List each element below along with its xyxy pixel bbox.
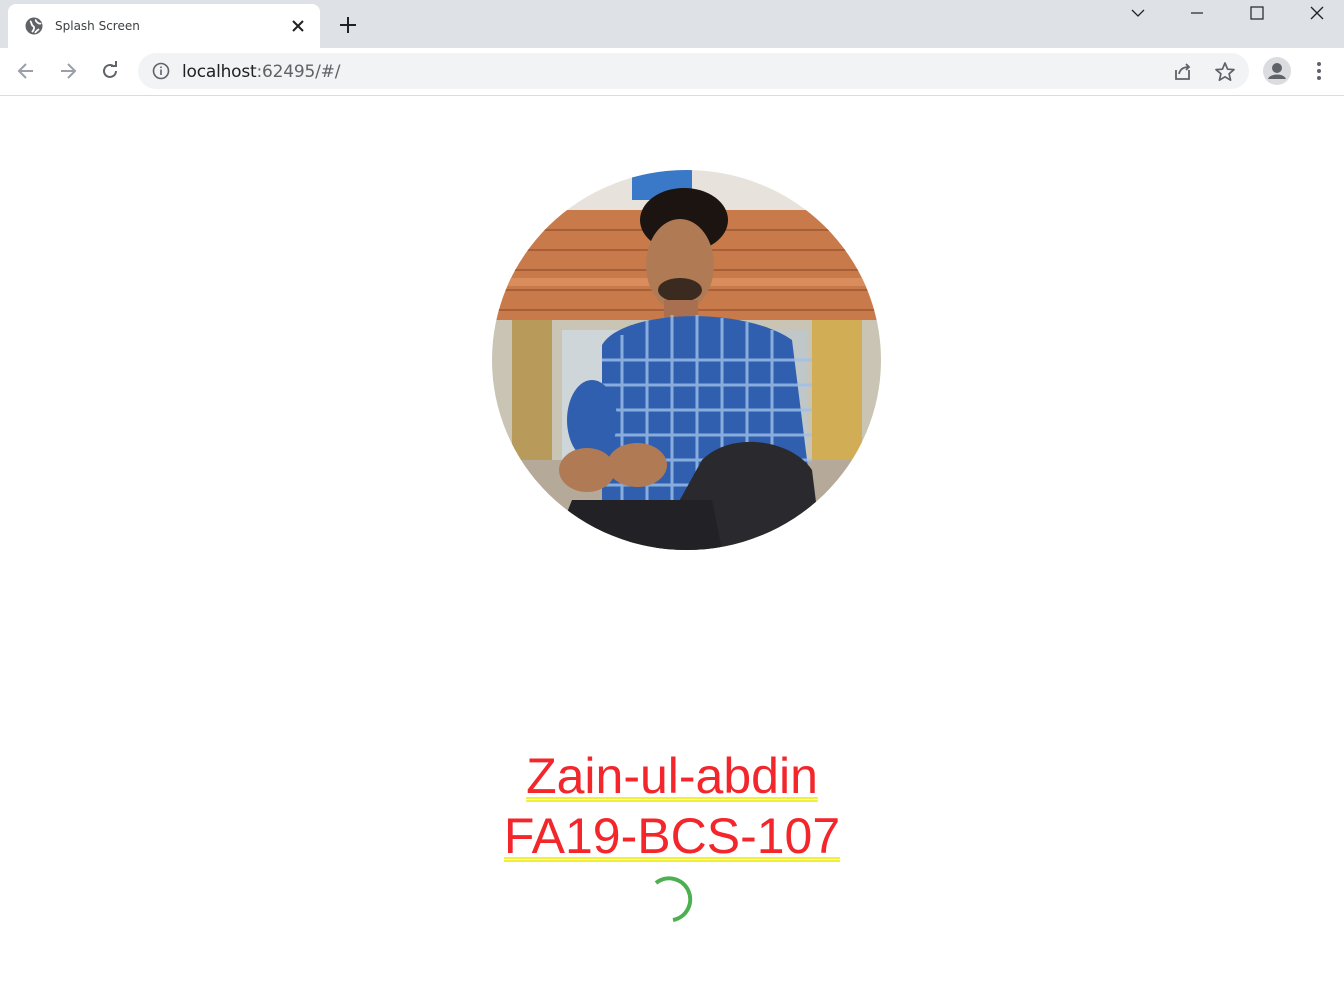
browser-toolbar: localhost:62495/#/ xyxy=(0,48,1344,96)
student-name: Zain-ul-abdin xyxy=(0,746,1344,806)
plus-icon[interactable] xyxy=(338,15,358,35)
kebab-menu-icon[interactable] xyxy=(1309,60,1329,82)
profile-photo xyxy=(492,170,881,550)
info-icon[interactable] xyxy=(152,62,170,80)
star-icon[interactable] xyxy=(1214,61,1236,83)
globe-icon xyxy=(25,17,43,35)
profile-photo-illustration xyxy=(492,170,881,550)
maximize-icon xyxy=(1250,6,1264,20)
reload-icon xyxy=(103,61,117,78)
address-bar[interactable]: localhost:62495/#/ xyxy=(138,53,1249,89)
url-host: localhost xyxy=(182,62,257,82)
back-arrow-icon xyxy=(17,63,33,79)
loading-spinner-icon xyxy=(654,876,693,922)
chevron-down-icon xyxy=(1131,9,1145,17)
back-button[interactable] xyxy=(14,59,38,83)
close-window-button[interactable] xyxy=(1287,0,1344,26)
tab-title: Splash Screen xyxy=(55,19,140,33)
close-icon[interactable] xyxy=(290,18,306,34)
maximize-button[interactable] xyxy=(1227,0,1287,26)
forward-arrow-icon xyxy=(61,63,77,79)
minimize-icon xyxy=(1191,12,1203,14)
roll-number: FA19-BCS-107 xyxy=(0,806,1344,866)
roll-number-text: FA19-BCS-107 xyxy=(503,808,841,864)
profile-button[interactable] xyxy=(1263,57,1291,85)
reload-button[interactable] xyxy=(98,59,122,83)
profile-icon xyxy=(1268,63,1286,79)
browser-tab[interactable]: Splash Screen xyxy=(8,4,320,48)
student-name-text: Zain-ul-abdin xyxy=(526,748,818,804)
minimize-button[interactable] xyxy=(1167,0,1227,26)
url-path: :62495/#/ xyxy=(256,62,341,82)
forward-button[interactable] xyxy=(56,59,80,83)
tab-strip: Splash Screen xyxy=(0,0,1344,48)
url-text[interactable]: localhost:62495/#/ xyxy=(182,62,340,82)
tab-search-button[interactable] xyxy=(1108,0,1168,26)
close-icon xyxy=(1310,6,1324,20)
share-icon[interactable] xyxy=(1172,61,1194,83)
